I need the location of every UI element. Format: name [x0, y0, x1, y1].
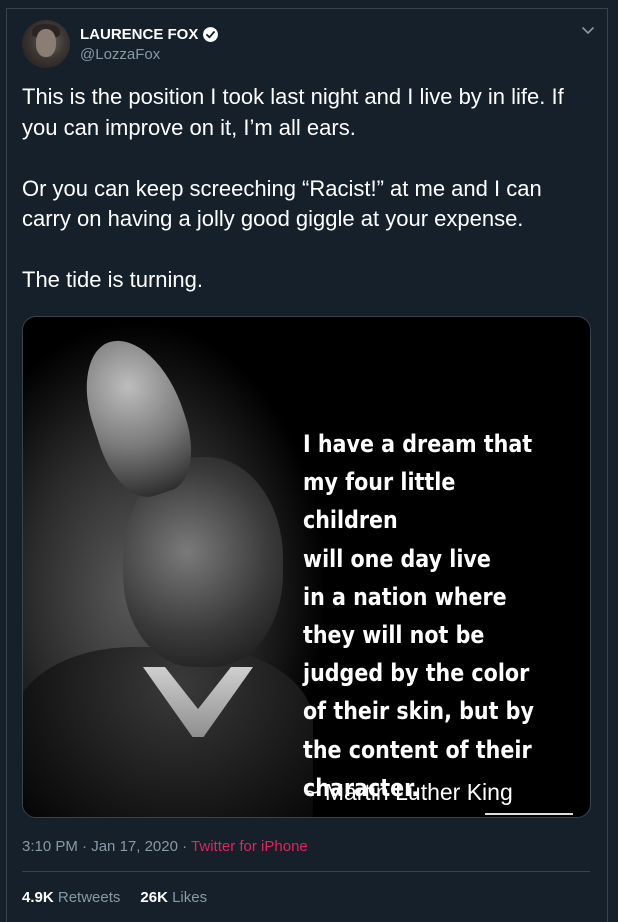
attribution-underline — [485, 813, 573, 815]
tweet-timestamp-row: 3:10 PM · Jan 17, 2020 · Twitter for iPh… — [22, 838, 308, 855]
retweets-count: 4.9K — [22, 889, 54, 906]
tweet-source-link[interactable]: Twitter for iPhone — [191, 838, 308, 855]
likes-label: Likes — [172, 889, 208, 906]
retweets-label: Retweets — [57, 889, 121, 906]
tweet-stats: 4.9K Retweets 26K Likes — [22, 889, 207, 906]
likes-stat[interactable]: 26K Likes — [140, 889, 207, 906]
tweet-text: This is the position I took last night a… — [22, 84, 564, 292]
image-quote-text: I have a dream that my four little child… — [303, 430, 534, 802]
meta-separator: · — [77, 838, 92, 855]
likes-count: 26K — [140, 889, 168, 906]
chevron-down-icon[interactable] — [580, 22, 596, 38]
author-name-row[interactable]: LAURENCE FOX — [80, 26, 219, 43]
image-attribution: ~ Martin Luther King — [305, 779, 513, 805]
avatar[interactable] — [22, 20, 70, 68]
verified-badge-icon — [203, 27, 219, 42]
tweet-header: LAURENCE FOX @LozzaFox — [22, 20, 598, 70]
tweet-media-image[interactable]: I have a dream that my four little child… — [22, 316, 591, 818]
tweet-time[interactable]: 3:10 PM — [22, 838, 78, 855]
divider — [22, 871, 590, 872]
author-handle[interactable]: @LozzaFox — [80, 46, 160, 63]
retweets-stat[interactable]: 4.9K Retweets — [22, 889, 120, 906]
meta-separator: · — [177, 838, 192, 855]
tweet-date[interactable]: Jan 17, 2020 — [91, 838, 178, 855]
author-name[interactable]: LAURENCE FOX — [80, 26, 198, 43]
avatar-face — [36, 29, 56, 57]
